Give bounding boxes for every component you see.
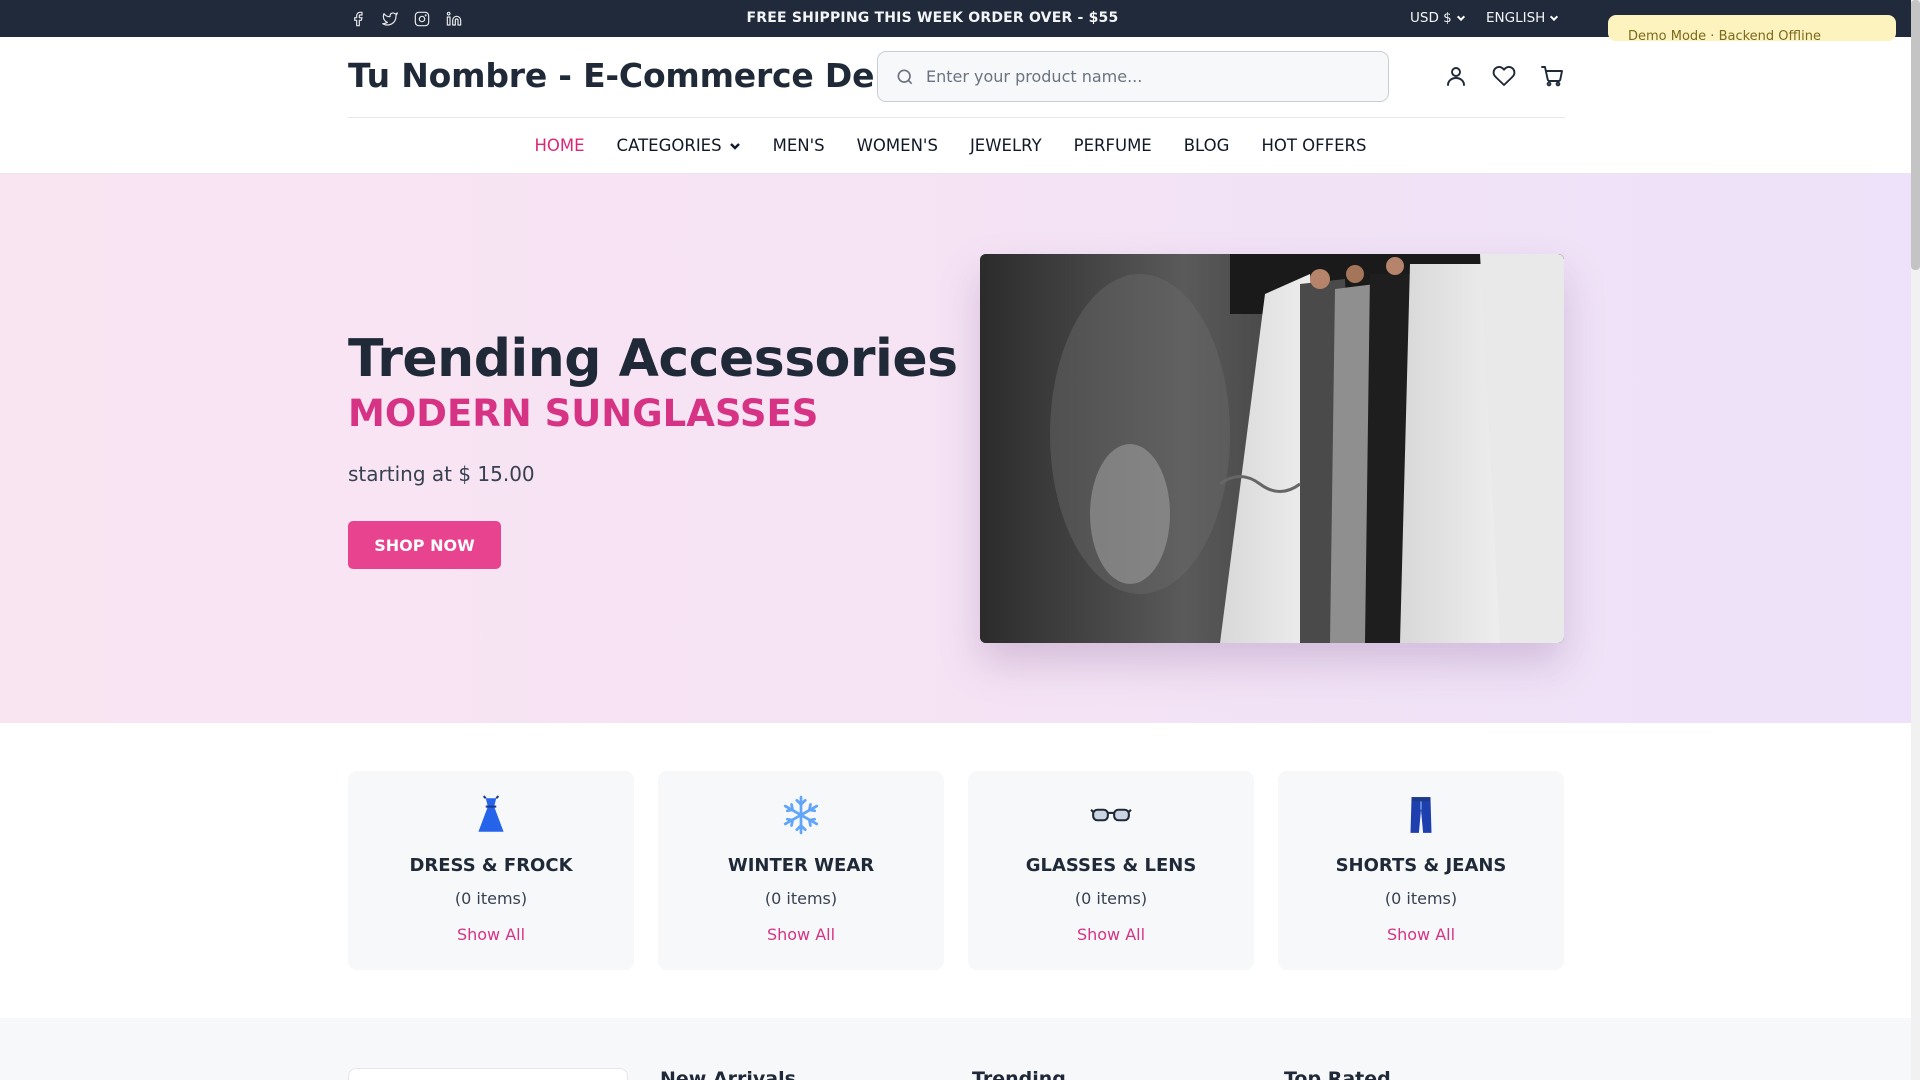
category-card[interactable]: DRESS & FROCK (0 items) Show All — [348, 771, 634, 970]
category-list: DRESS & FROCK (0 items) Show All WINTER … — [348, 771, 1564, 970]
chevron-down-icon — [1456, 15, 1465, 22]
shipping-banner-text: FREE SHIPPING THIS WEEK ORDER OVER - $55 — [746, 10, 1119, 26]
nav-item-label: CATEGORIES — [616, 136, 722, 155]
sidebar-card — [348, 1068, 628, 1080]
nav-item-hot-offers[interactable]: HOT OFFERS — [1261, 136, 1366, 155]
search-input[interactable] — [926, 52, 1366, 101]
product-showcase-section: New Arrivals Trending Top Rated — [0, 1018, 1911, 1080]
nav-item-mens[interactable]: MEN'S — [773, 136, 825, 155]
hero-title: Trending Accessories — [348, 329, 958, 389]
hero-image — [980, 254, 1564, 643]
nav-item-perfume[interactable]: PERFUME — [1074, 136, 1152, 155]
hero-price-text: starting at $ 15.00 — [348, 462, 535, 486]
category-count: (0 items) — [764, 889, 838, 908]
category-count: (0 items) — [454, 889, 528, 908]
nav-item-jewelry[interactable]: JEWELRY — [970, 136, 1042, 155]
search-icon[interactable] — [895, 67, 915, 87]
brand-logo-text[interactable]: Tu Nombre - E-Commerce Demo — [348, 56, 931, 95]
scrollbar-thumb[interactable] — [1911, 0, 1920, 270]
nav-item-categories[interactable]: CATEGORIES — [617, 136, 741, 155]
top-rated-heading: Top Rated — [1284, 1068, 1391, 1080]
show-all-link[interactable]: Show All — [348, 925, 634, 944]
demo-mode-notice: Demo Mode · Backend Offline — [1608, 15, 1896, 41]
cart-icon[interactable] — [1539, 63, 1565, 89]
glasses-icon — [968, 793, 1254, 837]
heart-icon[interactable] — [1491, 63, 1517, 89]
demo-mode-text: Demo Mode · Backend Offline — [1628, 29, 1821, 41]
category-card[interactable]: GLASSES & LENS (0 items) Show All — [968, 771, 1254, 970]
nav-item-womens[interactable]: WOMEN'S — [857, 136, 938, 155]
dress-icon — [348, 793, 634, 837]
chevron-down-icon — [1550, 15, 1559, 22]
language-label: ENGLISH — [1486, 10, 1546, 26]
main-nav: HOME CATEGORIES MEN'S WOMEN'S JEWELRY PE… — [0, 136, 1911, 155]
search-bar — [877, 51, 1389, 102]
trending-heading: Trending — [972, 1068, 1066, 1080]
user-icon[interactable] — [1443, 63, 1469, 89]
category-card[interactable]: WINTER WEAR (0 items) Show All — [658, 771, 944, 970]
category-count: (0 items) — [1074, 889, 1148, 908]
category-name: GLASSES & LENS — [1025, 855, 1197, 876]
shop-now-button[interactable]: SHOP NOW — [348, 521, 501, 569]
show-all-link[interactable]: Show All — [658, 925, 944, 944]
header-actions — [1443, 63, 1565, 89]
category-name: SHORTS & JEANS — [1335, 855, 1507, 876]
currency-label: USD $ — [1410, 10, 1452, 26]
chevron-down-icon — [729, 142, 740, 150]
show-all-link[interactable]: Show All — [1278, 925, 1564, 944]
language-select[interactable]: ENGLISH — [1486, 10, 1559, 26]
hero-banner: Trending Accessories MODERN SUNGLASSES s… — [0, 174, 1911, 723]
category-card[interactable]: SHORTS & JEANS (0 items) Show All — [1278, 771, 1564, 970]
nav-item-home[interactable]: HOME — [534, 136, 584, 155]
category-name: WINTER WEAR — [727, 855, 875, 876]
category-count: (0 items) — [1384, 889, 1458, 908]
show-all-link[interactable]: Show All — [968, 925, 1254, 944]
nav-item-blog[interactable]: BLOG — [1184, 136, 1230, 155]
category-name: DRESS & FROCK — [409, 855, 573, 876]
new-arrivals-heading: New Arrivals — [660, 1068, 796, 1080]
page-scrollbar[interactable] — [1911, 0, 1920, 1080]
hero-subtitle: MODERN SUNGLASSES — [348, 392, 819, 435]
header-divider — [348, 117, 1565, 118]
currency-select[interactable]: USD $ — [1410, 10, 1466, 26]
snowflake-icon — [658, 793, 944, 837]
jeans-icon — [1278, 793, 1564, 837]
